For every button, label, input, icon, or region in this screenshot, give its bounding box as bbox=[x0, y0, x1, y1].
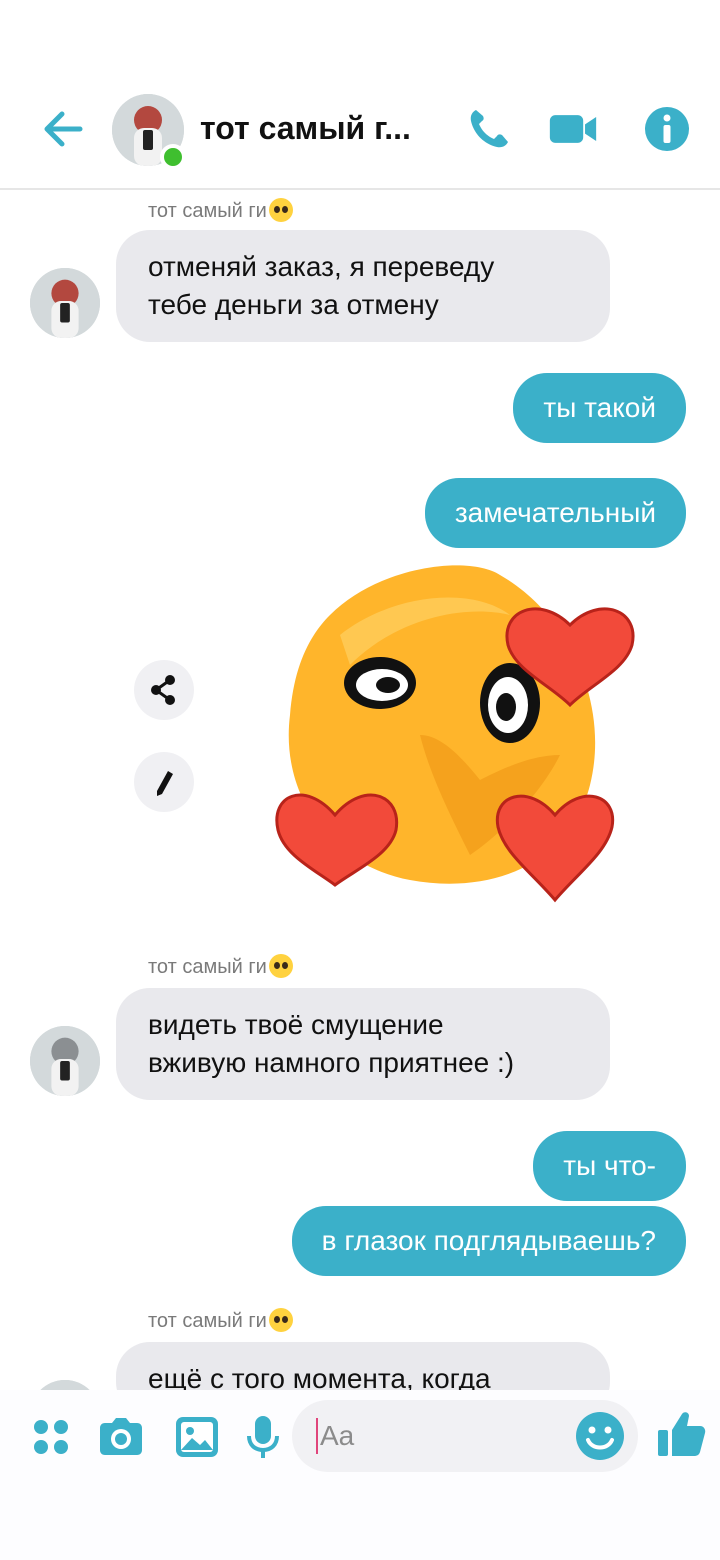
message-text: ты что- bbox=[563, 1150, 656, 1181]
pleading-face-icon bbox=[268, 954, 293, 978]
camera-icon[interactable] bbox=[96, 1412, 146, 1462]
online-status-dot bbox=[160, 144, 186, 170]
emoji-icon[interactable] bbox=[574, 1410, 626, 1462]
edit-button[interactable] bbox=[134, 752, 194, 812]
apps-icon[interactable] bbox=[26, 1412, 76, 1462]
outgoing-message[interactable]: в глазок подглядываешь? bbox=[291, 1206, 686, 1276]
message-text: в глазок подглядываешь? bbox=[321, 1225, 656, 1256]
message-list[interactable]: тот самый ги отменяй заказ, я переведу т… bbox=[0, 190, 720, 1390]
input-placeholder: Aa bbox=[320, 1420, 355, 1451]
share-button[interactable] bbox=[134, 660, 194, 720]
gallery-icon[interactable] bbox=[172, 1412, 222, 1462]
outgoing-message[interactable]: ты что- bbox=[533, 1131, 686, 1201]
incoming-message[interactable]: ещё с того момента, когда bbox=[116, 1342, 610, 1390]
outgoing-message[interactable]: ты такой bbox=[513, 373, 686, 443]
message-text: отменяй заказ, я переведу bbox=[148, 251, 495, 282]
message-text: видеть твоё смущение bbox=[148, 1009, 444, 1040]
blushing-hearts-sticker[interactable] bbox=[270, 555, 640, 915]
sender-avatar[interactable] bbox=[30, 1380, 100, 1390]
sender-label: тот самый ги bbox=[148, 198, 293, 223]
pencil-icon bbox=[157, 771, 173, 796]
microphone-icon[interactable] bbox=[238, 1412, 288, 1462]
message-text: ещё с того момента, когда bbox=[148, 1363, 491, 1390]
chat-header: тот самый г... bbox=[0, 0, 720, 190]
message-text: тебе деньги за отмену bbox=[148, 289, 439, 320]
video-camera-icon[interactable] bbox=[548, 104, 598, 154]
sender-avatar[interactable] bbox=[30, 1026, 100, 1096]
share-icon bbox=[151, 675, 175, 705]
message-input[interactable]: Aa bbox=[292, 1400, 638, 1472]
contact-name[interactable]: тот самый г... bbox=[200, 110, 411, 147]
message-composer: Aa bbox=[0, 1390, 720, 1560]
incoming-message[interactable]: видеть твоё смущение вживую намного прия… bbox=[116, 988, 610, 1100]
sender-avatar[interactable] bbox=[30, 268, 100, 338]
message-text: замечательный bbox=[454, 497, 656, 528]
pleading-face-icon bbox=[268, 198, 293, 222]
message-text: вживую намного приятнее :) bbox=[148, 1047, 515, 1078]
outgoing-message[interactable]: замечательный bbox=[424, 478, 686, 548]
sender-label: тот самый ги bbox=[148, 1308, 293, 1333]
back-arrow-icon[interactable] bbox=[38, 104, 88, 154]
pleading-face-icon bbox=[268, 1308, 293, 1332]
sender-label: тот самый ги bbox=[148, 954, 293, 979]
thumbs-up-icon[interactable] bbox=[656, 1408, 708, 1460]
phone-icon[interactable] bbox=[464, 104, 514, 154]
info-icon[interactable] bbox=[642, 104, 692, 154]
message-text: ты такой bbox=[543, 392, 656, 423]
incoming-message[interactable]: отменяй заказ, я переведу тебе деньги за… bbox=[116, 230, 610, 342]
text-cursor bbox=[316, 1418, 318, 1454]
